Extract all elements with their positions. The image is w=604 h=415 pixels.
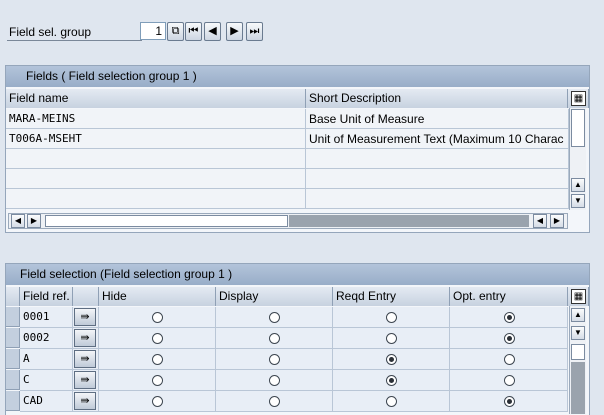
scroll-left-icon[interactable]: ◀ <box>533 214 547 228</box>
radio-hide[interactable] <box>152 396 163 407</box>
fields-vertical-scrollbar[interactable]: ▲ ▼ <box>569 108 586 210</box>
prev-page-icon[interactable]: ◀ <box>204 22 221 41</box>
column-header-field-ref[interactable]: Field ref. <box>20 287 73 306</box>
field-ref-cell[interactable]: A <box>20 349 73 370</box>
goto-detail-icon[interactable]: ⇛ <box>74 371 96 389</box>
label-underline <box>7 40 142 41</box>
table-settings-button[interactable]: ▦ <box>568 287 589 306</box>
column-header-opt-entry[interactable]: Opt. entry <box>450 287 568 306</box>
field-selection-panel-title: Field selection (Field selection group 1… <box>6 264 589 285</box>
field-selection-panel: Field selection (Field selection group 1… <box>5 263 590 415</box>
hscroll-track <box>289 215 529 227</box>
radio-hide[interactable] <box>152 333 163 344</box>
radio-display[interactable] <box>269 396 280 407</box>
fields-panel: Fields ( Field selection group 1 ) Field… <box>5 65 590 233</box>
goto-detail-icon[interactable]: ⇛ <box>74 329 96 347</box>
fields-panel-title: Fields ( Field selection group 1 ) <box>6 66 589 87</box>
radio-opt-entry[interactable] <box>504 312 515 323</box>
goto-detail-icon[interactable]: ⇛ <box>74 350 96 368</box>
table-row-field[interactable] <box>6 189 306 209</box>
table-config-icon: ▦ <box>571 91 586 106</box>
field-ref-cell[interactable]: C <box>20 370 73 391</box>
column-header-display[interactable]: Display <box>216 287 333 306</box>
radio-display[interactable] <box>269 354 280 365</box>
action-cell: ⇛ <box>73 370 99 391</box>
table-row-field[interactable] <box>6 149 306 169</box>
field-ref-cell[interactable]: 0002 <box>20 328 73 349</box>
column-header-reqd-entry[interactable]: Reqd Entry <box>333 287 450 306</box>
selection-vertical-scrollbar[interactable]: ▲ ▼ <box>569 306 586 414</box>
action-cell: ⇛ <box>73 391 99 412</box>
scroll-right-icon[interactable]: ▶ <box>27 214 41 228</box>
pick-icon[interactable]: ⧉ <box>167 22 184 41</box>
radio-reqd-entry[interactable] <box>386 396 397 407</box>
first-page-icon[interactable]: ⏮ <box>185 22 202 41</box>
action-cell: ⇛ <box>73 307 99 328</box>
radio-opt-entry[interactable] <box>504 333 515 344</box>
table-row-desc[interactable] <box>306 169 569 189</box>
scroll-down-icon[interactable]: ▼ <box>571 326 585 340</box>
action-cell: ⇛ <box>73 349 99 370</box>
column-header-field-name[interactable]: Field name <box>6 89 306 108</box>
scroll-thumb[interactable] <box>571 109 585 147</box>
next-page-icon[interactable]: ▶ <box>226 22 243 41</box>
radio-opt-entry[interactable] <box>504 354 515 365</box>
scroll-right-icon[interactable]: ▶ <box>550 214 564 228</box>
row-selector[interactable] <box>6 349 20 369</box>
table-row-field[interactable]: T006A-MSEHT <box>6 129 306 149</box>
scroll-up-icon[interactable]: ▲ <box>571 178 585 192</box>
radio-reqd-entry[interactable] <box>386 375 397 386</box>
scroll-thumb[interactable] <box>571 344 585 360</box>
radio-display[interactable] <box>269 312 280 323</box>
table-config-icon: ▦ <box>571 289 586 304</box>
radio-opt-entry[interactable] <box>504 375 515 386</box>
field-ref-cell[interactable]: CAD <box>20 391 73 412</box>
table-row-desc[interactable] <box>306 189 569 209</box>
goto-detail-icon[interactable]: ⇛ <box>74 392 96 410</box>
radio-hide[interactable] <box>152 375 163 386</box>
field-sel-group-label: Field sel. group <box>9 25 92 39</box>
table-row-field[interactable]: MARA-MEINS <box>6 109 306 129</box>
column-header-short-description[interactable]: Short Description <box>306 89 568 108</box>
radio-hide[interactable] <box>152 354 163 365</box>
scroll-down-icon[interactable]: ▼ <box>571 194 585 208</box>
table-row-desc[interactable]: Unit of Measurement Text (Maximum 10 Cha… <box>306 129 569 149</box>
select-all-header[interactable] <box>6 287 20 306</box>
radio-reqd-entry[interactable] <box>386 333 397 344</box>
radio-reqd-entry[interactable] <box>386 312 397 323</box>
vscroll-track <box>571 362 585 414</box>
column-header-action <box>73 287 99 306</box>
table-row-desc[interactable] <box>306 149 569 169</box>
field-ref-cell[interactable]: 0001 <box>20 307 73 328</box>
row-selector[interactable] <box>6 370 20 390</box>
table-row-field[interactable] <box>6 169 306 189</box>
hscroll-thumb[interactable] <box>45 215 288 227</box>
radio-reqd-entry[interactable] <box>386 354 397 365</box>
table-row-desc[interactable]: Base Unit of Measure <box>306 109 569 129</box>
radio-hide[interactable] <box>152 312 163 323</box>
row-selector[interactable] <box>6 391 20 411</box>
column-header-hide[interactable]: Hide <box>99 287 216 306</box>
scroll-up-icon[interactable]: ▲ <box>571 308 585 322</box>
goto-detail-icon[interactable]: ⇛ <box>74 308 96 326</box>
radio-display[interactable] <box>269 333 280 344</box>
field-sel-group-input[interactable]: 1 <box>140 22 166 40</box>
radio-opt-entry[interactable] <box>504 396 515 407</box>
row-selector[interactable] <box>6 328 20 348</box>
row-selector[interactable] <box>6 307 20 327</box>
radio-display[interactable] <box>269 375 280 386</box>
last-page-icon[interactable]: ⏭ <box>246 22 263 41</box>
fields-horizontal-scrollbar[interactable]: ◀ ▶ ◀ ▶ <box>8 213 568 229</box>
table-settings-button[interactable]: ▦ <box>568 89 589 108</box>
scroll-left-icon[interactable]: ◀ <box>11 214 25 228</box>
action-cell: ⇛ <box>73 328 99 349</box>
